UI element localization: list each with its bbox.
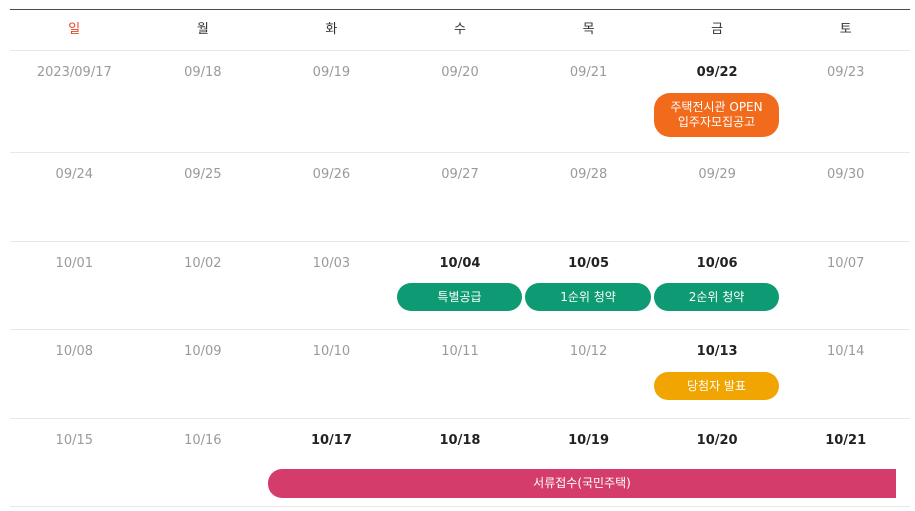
week-row: 10/01 10/02 10/03 10/04 10/05 10/06 10/0… xyxy=(10,242,910,330)
event-second-priority[interactable]: 2순위 청약 xyxy=(654,283,779,311)
day-cell: 10/17 xyxy=(267,419,396,451)
day-date: 10/02 xyxy=(184,256,222,271)
day-cell: 10/01 xyxy=(10,242,139,274)
weekday-tue: 화 xyxy=(325,22,338,37)
day-date: 10/09 xyxy=(184,344,222,359)
day-cell: 10/10 xyxy=(267,330,396,362)
week-row: 10/08 10/09 10/10 10/11 10/12 10/13 10/1… xyxy=(10,330,910,419)
day-cell: 10/19 xyxy=(524,419,653,451)
day-cell: 10/15 xyxy=(10,419,139,451)
day-date: 09/18 xyxy=(184,65,222,80)
day-date: 10/08 xyxy=(55,344,94,359)
week-row: 10/15 10/16 10/17 10/18 10/19 10/20 10/2… xyxy=(10,419,910,507)
day-date: 10/03 xyxy=(312,256,351,271)
day-date: 10/05 xyxy=(568,256,610,271)
day-date: 10/19 xyxy=(568,433,610,448)
day-cell: 09/28 xyxy=(524,153,653,185)
day-cell: 09/20 xyxy=(396,51,525,83)
day-cell: 10/11 xyxy=(396,330,525,362)
event-winner-announcement[interactable]: 당첨자 발표 xyxy=(654,372,779,400)
day-date: 10/14 xyxy=(826,344,865,359)
day-cell: 10/06 xyxy=(653,242,782,274)
day-cell: 09/22 xyxy=(653,51,782,83)
day-cell: 09/25 xyxy=(139,153,268,185)
event-first-priority[interactable]: 1순위 청약 xyxy=(525,283,651,311)
event-housing-open-line1: 주택전시관 OPEN xyxy=(670,100,763,114)
day-date: 09/27 xyxy=(441,167,479,182)
day-date: 09/29 xyxy=(698,167,736,182)
day-cell: 09/18 xyxy=(139,51,268,83)
event-document-submission[interactable]: 서류접수(국민주택) xyxy=(268,469,896,498)
event-housing-open-line2: 입주자모집공고 xyxy=(677,115,756,129)
day-cell: 2023/09/17 xyxy=(10,51,139,83)
day-cell: 10/08 xyxy=(10,330,139,362)
week-row: 09/24 09/25 09/26 09/27 09/28 09/29 09/3… xyxy=(10,153,910,242)
day-date: 09/26 xyxy=(312,167,351,182)
day-cell: 09/21 xyxy=(524,51,653,83)
day-date: 10/06 xyxy=(696,256,738,271)
weekday-thu: 목 xyxy=(582,22,595,37)
day-date: 09/20 xyxy=(441,65,479,80)
day-cell: 09/26 xyxy=(267,153,396,185)
day-cell: 09/30 xyxy=(781,153,910,185)
day-cell: 10/03 xyxy=(267,242,396,274)
day-cell: 09/23 xyxy=(781,51,910,83)
day-date: 10/15 xyxy=(55,433,94,448)
weekday-sun: 일 xyxy=(68,22,81,37)
event-housing-open[interactable]: 주택전시관 OPEN 입주자모집공고 xyxy=(654,93,779,137)
day-cell: 09/24 xyxy=(10,153,139,185)
day-cell: 10/12 xyxy=(524,330,653,362)
day-date: 10/21 xyxy=(825,433,867,448)
day-date: 10/16 xyxy=(184,433,222,448)
day-cell: 10/07 xyxy=(781,242,910,274)
day-date: 10/12 xyxy=(569,344,608,359)
day-date: 10/13 xyxy=(696,344,738,359)
week-row: 2023/09/17 09/18 09/19 09/20 09/21 09/22… xyxy=(10,51,910,153)
day-cell: 09/19 xyxy=(267,51,396,83)
day-cell: 10/02 xyxy=(139,242,268,274)
day-date: 10/07 xyxy=(826,256,865,271)
weekday-wed: 수 xyxy=(454,22,466,37)
weekday-header: 일 월 화 수 목 금 토 xyxy=(10,10,910,51)
day-cell: 10/21 xyxy=(781,419,910,451)
day-date: 10/04 xyxy=(439,256,481,271)
day-cell: 09/29 xyxy=(653,153,782,185)
day-date: 2023/09/17 xyxy=(36,65,112,80)
day-date: 10/18 xyxy=(439,433,481,448)
day-cell: 10/20 xyxy=(653,419,782,451)
weekday-fri: 금 xyxy=(711,22,724,37)
weekday-sat: 토 xyxy=(839,22,852,37)
day-date: 09/22 xyxy=(696,65,738,80)
day-date: 10/20 xyxy=(696,433,738,448)
day-cell: 10/14 xyxy=(781,330,910,362)
day-date: 09/23 xyxy=(826,65,865,80)
day-date: 09/21 xyxy=(569,65,608,80)
day-cell: 10/13 xyxy=(653,330,782,362)
day-cell: 10/04 xyxy=(396,242,525,274)
day-date: 10/11 xyxy=(441,344,479,359)
day-cell: 10/09 xyxy=(139,330,268,362)
day-cell: 09/27 xyxy=(396,153,525,185)
weekday-mon: 월 xyxy=(196,22,209,37)
day-date: 09/24 xyxy=(55,167,94,182)
day-date: 09/25 xyxy=(184,167,222,182)
day-date: 09/19 xyxy=(312,65,351,80)
day-date: 09/30 xyxy=(826,167,865,182)
day-date: 09/28 xyxy=(569,167,608,182)
day-date: 10/10 xyxy=(312,344,351,359)
day-date: 10/17 xyxy=(310,433,352,448)
day-cell: 10/05 xyxy=(524,242,653,274)
event-special-supply[interactable]: 특별공급 xyxy=(397,283,522,311)
day-cell: 10/18 xyxy=(396,419,525,451)
day-date: 10/01 xyxy=(55,256,94,271)
day-cell: 10/16 xyxy=(139,419,268,451)
calendar: 일 월 화 수 목 금 토 2023/09/17 09/18 09/19 09/… xyxy=(10,9,910,507)
